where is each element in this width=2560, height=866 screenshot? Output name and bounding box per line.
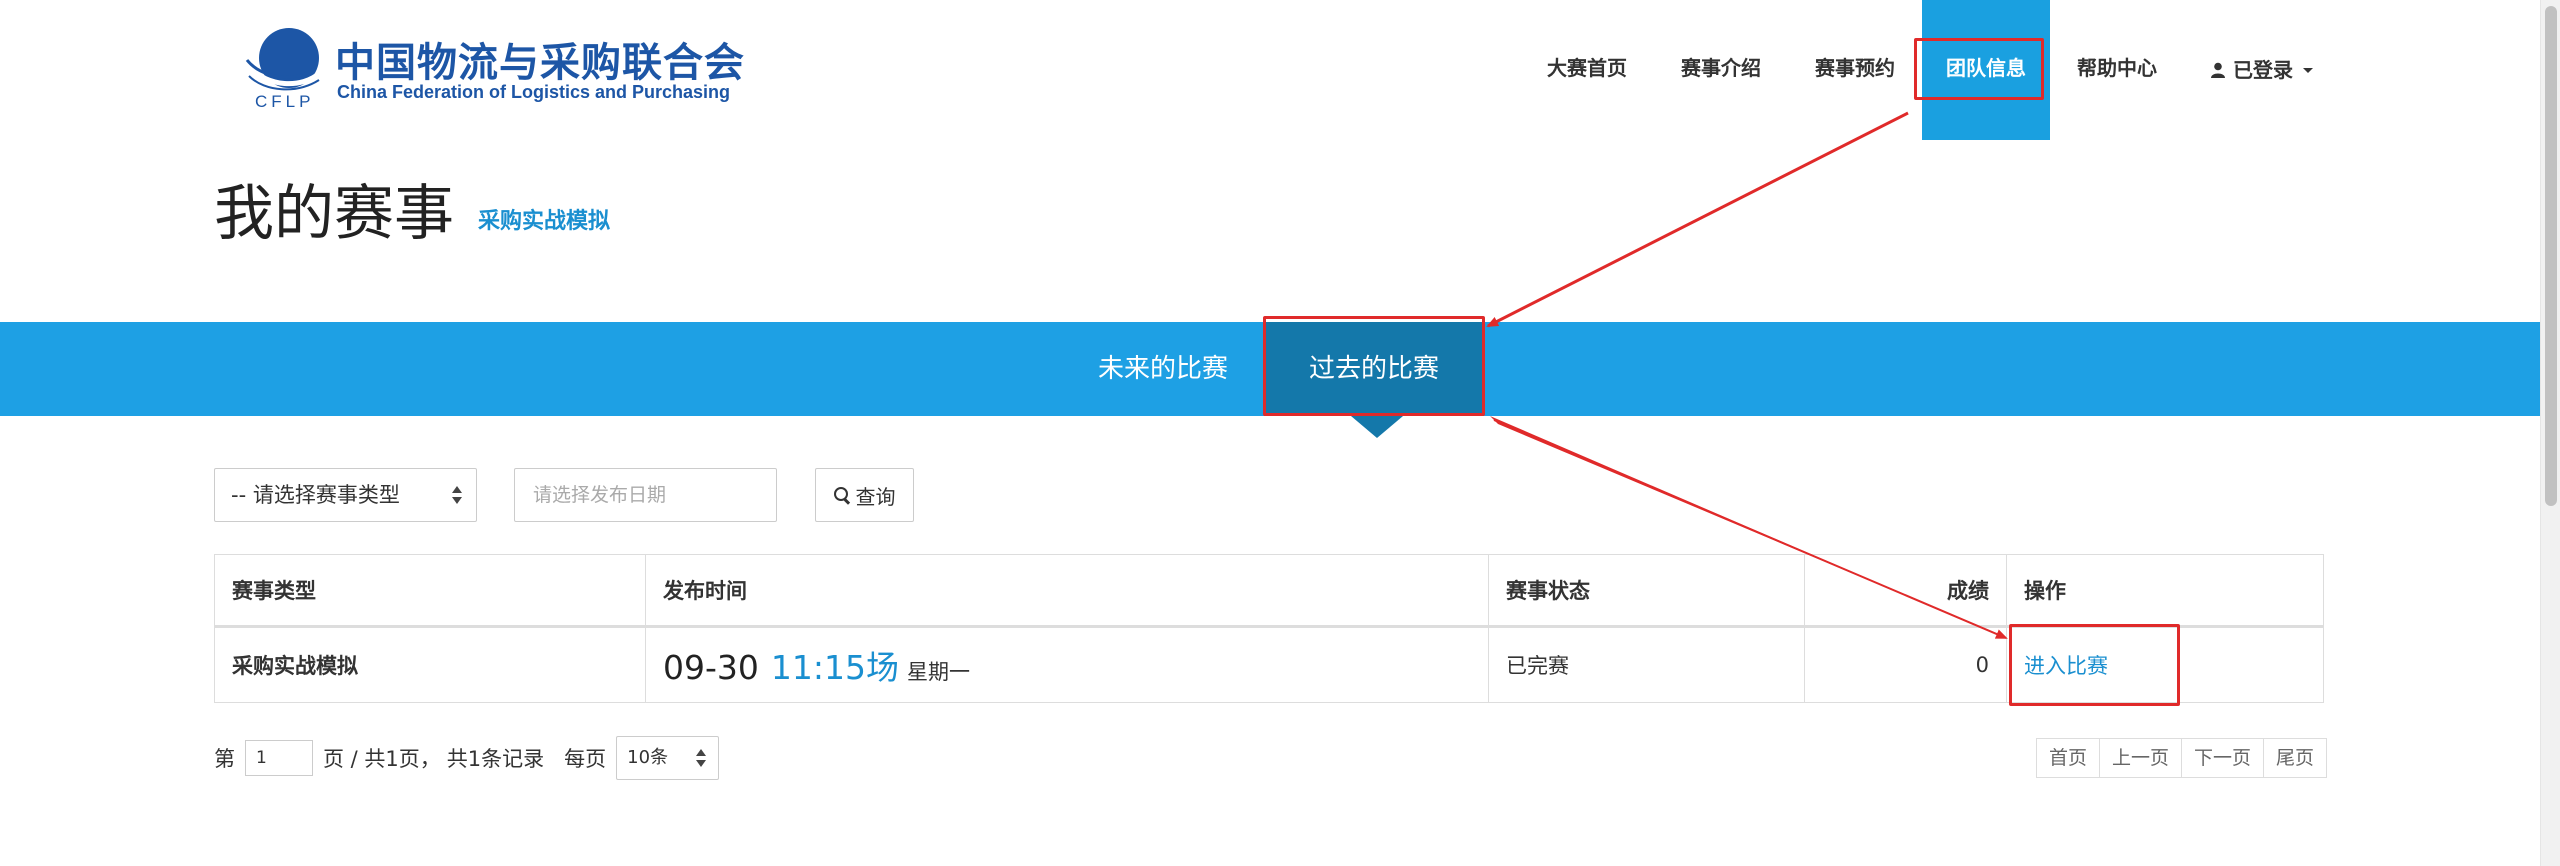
search-button-label: 查询 <box>855 484 896 509</box>
page-info: 页 / 共1页， <box>323 747 441 771</box>
enter-match-link[interactable]: 进入比赛 <box>2024 654 2108 678</box>
cell-action: 进入比赛 <box>2006 626 2324 703</box>
match-table: 赛事类型 发布时间 赛事状态 成绩 操作 采购实战模拟 09-30 11:15场星… <box>214 554 2324 703</box>
match-type-select[interactable]: -- 请选择赛事类型 <box>214 468 477 522</box>
tab-past-matches[interactable]: 过去的比赛 <box>1264 322 1484 416</box>
user-icon <box>2211 62 2225 78</box>
per-page-value: 10条 <box>627 747 669 768</box>
cell-match-type: 采购实战模拟 <box>214 626 646 703</box>
cflp-logo[interactable]: CFLP 中国物流与采购联合会 China Federation of Logi… <box>245 20 744 115</box>
search-button[interactable]: 查询 <box>815 468 914 522</box>
select-arrows-icon <box>452 486 462 504</box>
header-match-type: 赛事类型 <box>214 554 646 628</box>
header-score: 成绩 <box>1804 554 2007 628</box>
next-page-button[interactable]: 下一页 <box>2181 739 2263 777</box>
record-info: 共1条记录 <box>446 747 545 771</box>
logo-abbreviation: CFLP <box>255 92 315 111</box>
match-date: 09-30 <box>663 648 759 687</box>
cell-publish-time: 09-30 11:15场 星期一 <box>645 626 1489 703</box>
search-icon <box>833 487 850 503</box>
page-title: 我的赛事 <box>214 179 454 249</box>
nav-reservation[interactable]: 赛事预约 <box>1788 0 1922 140</box>
user-status-label: 已登录 <box>2233 58 2293 82</box>
table-row: 采购实战模拟 09-30 11:15场 星期一 已完赛 0 进入比赛 <box>214 626 2324 703</box>
match-weekday: 星期一 <box>907 660 970 684</box>
logo-chinese-name: 中国物流与采购联合会 <box>335 40 745 86</box>
match-session: 11:15场 <box>770 648 899 687</box>
publish-date-input[interactable] <box>514 468 777 522</box>
match-tabs: 未来的比赛 过去的比赛 <box>0 322 2540 416</box>
cell-score: 0 <box>1804 626 2007 703</box>
scrollbar-thumb[interactable] <box>2545 6 2557 506</box>
header-action: 操作 <box>2006 554 2324 628</box>
page-subtitle: 采购实战模拟 <box>478 209 611 234</box>
page-number-input[interactable] <box>245 740 313 776</box>
per-page-label: 每页 <box>564 747 607 771</box>
pagination-info: 第 页 / 共1页， 共1条记录 每页 10条 <box>214 736 720 780</box>
select-arrows-icon <box>696 749 707 767</box>
pagination-controls: 首页 上一页 下一页 尾页 <box>2036 738 2328 778</box>
active-tab-pointer <box>1351 416 1403 438</box>
top-nav: 大赛首页 赛事介绍 赛事预约 团队信息 帮助中心 已登录 <box>1520 0 2340 140</box>
page-scrollbar[interactable] <box>2540 0 2560 866</box>
match-type-select-value: -- 请选择赛事类型 <box>231 483 400 507</box>
header-match-status: 赛事状态 <box>1488 554 1805 628</box>
header-publish-time: 发布时间 <box>645 554 1489 628</box>
nav-team-info[interactable]: 团队信息 <box>1922 0 2050 140</box>
logo-english-name: China Federation of Logistics and Purcha… <box>337 82 731 102</box>
chevron-down-icon <box>2303 67 2313 73</box>
nav-help[interactable]: 帮助中心 <box>2050 0 2184 140</box>
last-page-button[interactable]: 尾页 <box>2263 739 2326 777</box>
prev-page-button[interactable]: 上一页 <box>2099 739 2181 777</box>
tab-future-matches[interactable]: 未来的比赛 <box>1083 322 1243 416</box>
nav-user-menu[interactable]: 已登录 <box>2184 0 2340 140</box>
cell-match-status: 已完赛 <box>1488 626 1805 703</box>
page-prefix: 第 <box>214 747 235 771</box>
nav-home[interactable]: 大赛首页 <box>1520 0 1654 140</box>
table-header-row: 赛事类型 发布时间 赛事状态 成绩 操作 <box>214 554 2324 628</box>
first-page-button[interactable]: 首页 <box>2037 739 2099 777</box>
per-page-select[interactable]: 10条 <box>616 736 720 780</box>
nav-intro[interactable]: 赛事介绍 <box>1654 0 1788 140</box>
arrow-to-past-tab <box>1486 111 1909 328</box>
